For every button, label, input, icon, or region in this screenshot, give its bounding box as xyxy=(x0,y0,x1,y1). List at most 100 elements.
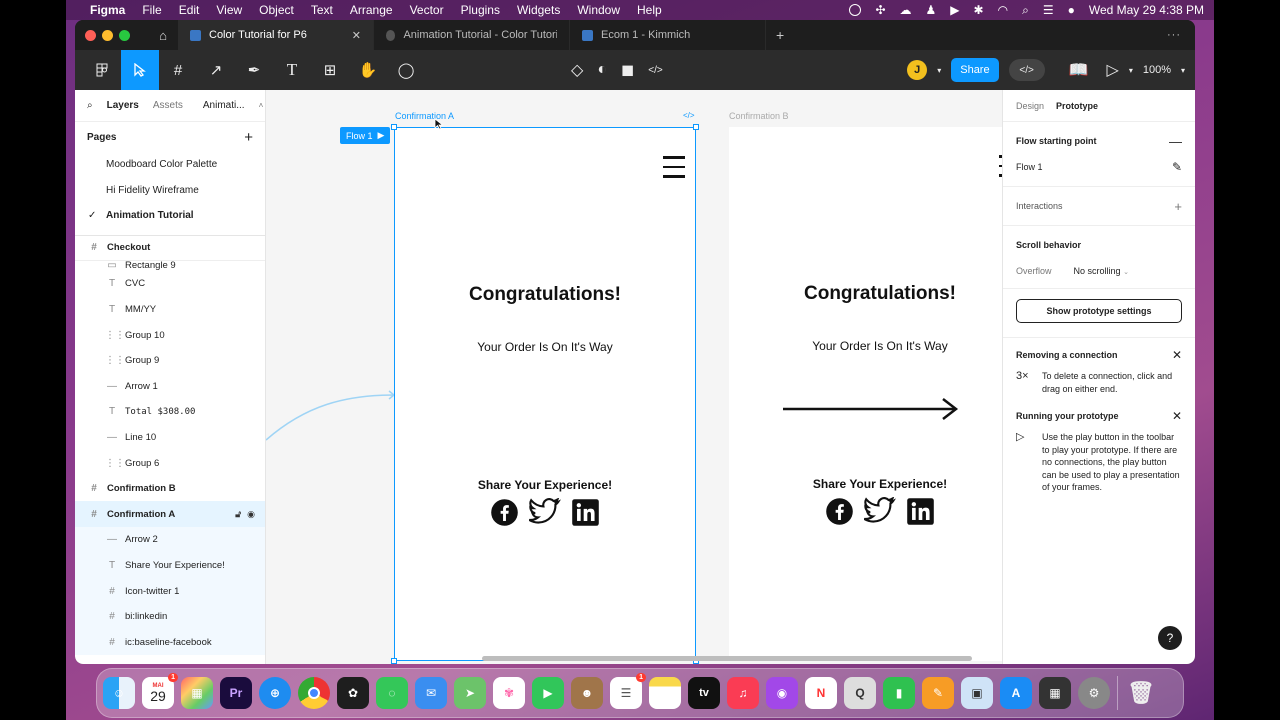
layer-icon-twitter[interactable]: # Icon-twitter 1 xyxy=(75,578,265,604)
mask-icon[interactable]: ◐ xyxy=(597,61,607,79)
selection-handle[interactable] xyxy=(391,658,397,664)
layer-group-9[interactable]: ⋮⋮ Group 9 xyxy=(75,348,265,374)
close-icon[interactable]: ✕ xyxy=(1172,409,1182,423)
page-item[interactable]: Hi Fidelity Wireframe xyxy=(75,178,265,204)
eye-icon[interactable]: ◉ xyxy=(247,509,255,520)
layer-confirmation-a[interactable]: # Confirmation A 🔓︎ ◉ xyxy=(75,501,265,528)
comment-tool-icon[interactable]: ◯ xyxy=(387,50,425,90)
remove-flow-icon[interactable]: — xyxy=(1169,134,1182,149)
resources-tool-icon[interactable]: ⊞ xyxy=(311,50,349,90)
selection-handle[interactable] xyxy=(693,124,699,130)
layer-linkedin[interactable]: # bi:linkedin xyxy=(75,603,265,630)
facetime-icon[interactable]: ▶ xyxy=(532,677,564,709)
launchpad-icon[interactable]: ▦ xyxy=(181,677,213,709)
avatar[interactable]: J xyxy=(907,60,928,80)
menu-edit[interactable]: Edit xyxy=(179,3,200,17)
layer-share-text[interactable]: T Share Your Experience! xyxy=(75,552,265,579)
search-icon[interactable]: ⌕ xyxy=(87,100,93,111)
calendar-icon[interactable]: MAI 29 1 xyxy=(142,673,178,709)
bluetooth-status-icon[interactable]: ✱ xyxy=(974,3,984,17)
page-item[interactable]: Moodboard Color Palette xyxy=(75,152,265,178)
menu-text[interactable]: Text xyxy=(311,3,333,17)
home-icon[interactable]: ⌂ xyxy=(148,28,178,43)
play-prototype-icon[interactable]: ▷ xyxy=(1107,60,1119,80)
menu-vector[interactable]: Vector xyxy=(410,3,444,17)
library-icon[interactable]: 📖 xyxy=(1069,60,1089,80)
minimize-window-button[interactable] xyxy=(102,29,113,41)
music-icon[interactable]: ♫ xyxy=(727,677,759,709)
add-interaction-icon[interactable]: + xyxy=(1174,199,1182,214)
tab-layers[interactable]: Layers xyxy=(107,100,139,111)
selection-handle[interactable] xyxy=(391,124,397,130)
numbers-icon[interactable]: ▮ xyxy=(883,677,915,709)
record-status-icon[interactable] xyxy=(849,4,862,16)
layer-arrow-2[interactable]: — Arrow 2 xyxy=(75,527,265,553)
trash-icon[interactable]: 🗑︎ xyxy=(1125,677,1157,709)
tab-animation-tutorial[interactable]: Animation Tutorial - Color Tutorial for xyxy=(374,20,570,50)
layer-mmyy[interactable]: T MM/YY xyxy=(75,297,265,323)
shape-tool-icon[interactable]: ↗ xyxy=(197,50,235,90)
move-tool-icon[interactable] xyxy=(121,50,159,90)
system-settings-icon[interactable]: ⚙ xyxy=(1078,677,1110,709)
tab-ecom[interactable]: Ecom 1 - Kimmich xyxy=(570,20,766,50)
menu-arrange[interactable]: Arrange xyxy=(350,3,393,17)
frame-label-a[interactable]: Confirmation A xyxy=(395,111,454,121)
safari-icon[interactable]: ⊕ xyxy=(259,677,291,709)
layer-rectangle[interactable]: ▭ Rectangle 9 xyxy=(75,261,265,271)
tab-assets[interactable]: Assets xyxy=(153,100,183,111)
share-button[interactable]: Share xyxy=(951,58,999,82)
menu-plugins[interactable]: Plugins xyxy=(461,3,500,17)
show-prototype-settings-button[interactable]: Show prototype settings xyxy=(1016,299,1182,323)
menu-app-name[interactable]: Figma xyxy=(90,3,125,17)
control-center-icon[interactable]: ☰ xyxy=(1043,3,1054,17)
overflow-select[interactable]: No scrolling ⌄ xyxy=(1074,266,1129,276)
reminders-icon[interactable]: ☰ 1 xyxy=(610,673,646,709)
spotlight-search-icon[interactable]: ⌕ xyxy=(1022,3,1029,18)
help-button[interactable]: ? xyxy=(1158,626,1182,650)
figma-icon[interactable]: ✿ xyxy=(337,677,369,709)
code-icon[interactable]: </> xyxy=(683,111,695,120)
flow-badge[interactable]: Flow 1 ▶ xyxy=(340,127,391,144)
user-status-icon[interactable]: ♟ xyxy=(926,3,937,17)
more-options-icon[interactable]: ··· xyxy=(1167,29,1181,41)
tab-design[interactable]: Design xyxy=(1016,101,1044,111)
unlock-icon[interactable]: 🔓︎ xyxy=(235,509,241,520)
dev-mode-toggle[interactable]: </> xyxy=(1008,59,1045,81)
layer-total[interactable]: T Total $308.00 xyxy=(75,399,265,425)
app-store-icon[interactable]: A xyxy=(1000,677,1032,709)
page-dropdown[interactable]: Animati... xyxy=(203,100,245,111)
news-icon[interactable]: N xyxy=(805,677,837,709)
flow-row[interactable]: Flow 1 ✎ xyxy=(1016,154,1182,180)
close-icon[interactable]: ✕ xyxy=(352,29,361,42)
menu-object[interactable]: Object xyxy=(259,3,294,17)
boolean-icon[interactable]: ◼ xyxy=(621,60,634,80)
layer-group-6[interactable]: ⋮⋮ Group 6 xyxy=(75,450,265,476)
menu-widgets[interactable]: Widgets xyxy=(517,3,560,17)
mail-icon[interactable]: ✉ xyxy=(415,677,447,709)
chevron-down-icon[interactable]: ▾ xyxy=(937,66,941,75)
clock-text[interactable]: Wed May 29 4:38 PM xyxy=(1089,3,1204,17)
finder-icon[interactable]: ☺ xyxy=(103,677,135,709)
pages-icon[interactable]: ✎ xyxy=(922,677,954,709)
tab-color-tutorial[interactable]: Color Tutorial for P6 ✕ xyxy=(178,20,374,50)
layer-arrow-1[interactable]: — Arrow 1 xyxy=(75,373,265,399)
cloud-status-icon[interactable]: ☁ xyxy=(900,3,912,17)
photos-icon[interactable]: ✾ xyxy=(493,677,525,709)
quicktime-icon[interactable]: Q xyxy=(844,677,876,709)
hand-tool-icon[interactable]: ✋ xyxy=(349,50,387,90)
wifi-icon[interactable]: ◠ xyxy=(998,3,1008,17)
layer-group-10[interactable]: ⋮⋮ Group 10 xyxy=(75,322,265,348)
menu-help[interactable]: Help xyxy=(637,3,662,17)
calculator-icon[interactable]: ▦ xyxy=(1039,677,1071,709)
layer-facebook[interactable]: # ic:baseline-facebook xyxy=(75,629,265,655)
frame-confirmation-a[interactable]: Congratulations! Your Order Is On It's W… xyxy=(394,127,696,661)
apple-tv-icon[interactable]: tv xyxy=(688,677,720,709)
messages-icon[interactable]: ◌ xyxy=(376,677,408,709)
layer-checkout[interactable]: # Checkout xyxy=(75,236,265,262)
frame-confirmation-b[interactable]: Congratulations! Your Order Is On It's W… xyxy=(729,127,1002,661)
frame-label-b[interactable]: Confirmation B xyxy=(729,111,789,121)
tab-prototype[interactable]: Prototype xyxy=(1056,101,1098,111)
zoom-level[interactable]: 100% xyxy=(1143,64,1171,76)
premiere-pro-icon[interactable]: Pr xyxy=(220,677,252,709)
horizontal-scrollbar[interactable] xyxy=(482,656,972,661)
